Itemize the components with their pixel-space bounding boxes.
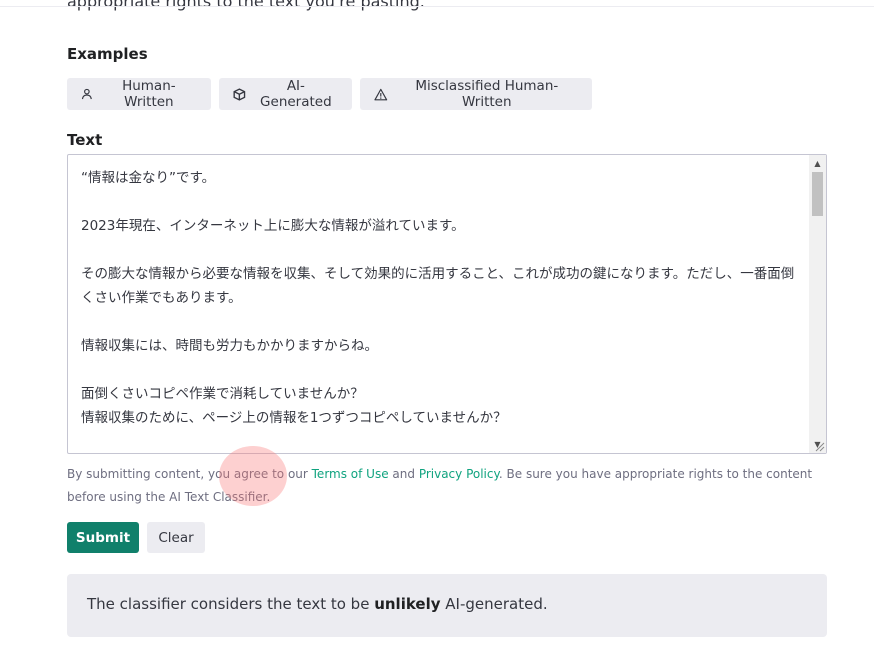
classifier-page: appropriate rights to the text you're pa… (0, 0, 874, 651)
text-input[interactable]: “情報は金なり”です。 2023年現在、インターネット上に膨大な情報が溢れていま… (67, 154, 827, 454)
text-line: 面倒くさいコピペ作業で消耗していませんか？ (81, 386, 364, 402)
warning-icon (374, 88, 388, 100)
result-panel: The classifier considers the text to be … (67, 574, 827, 637)
human-written-label: Human-Written (122, 78, 176, 110)
text-input-scrollbar[interactable]: ▲ ▼ (809, 155, 826, 453)
text-line: “情報は金なり”です。 (81, 170, 216, 186)
result-prefix: The classifier considers the text to be (87, 595, 375, 613)
person-icon (81, 88, 92, 100)
result-text: The classifier considers the text to be … (87, 595, 548, 613)
misclassified-label: Misclassified Human-Written (415, 78, 559, 110)
cube-icon (233, 87, 246, 101)
terms-middle: and (388, 467, 419, 481)
text-line: 情報収集には、時間も労力もかかりますからね。 (81, 338, 378, 354)
scroll-up-arrow-icon[interactable]: ▲ (809, 155, 826, 172)
text-line-blank (81, 358, 806, 382)
submit-button[interactable]: Submit (67, 522, 139, 553)
text-line-blank (81, 310, 806, 334)
text-input-content: “情報は金なり”です。 2023年現在、インターネット上に膨大な情報が溢れていま… (81, 166, 806, 430)
result-verdict: unlikely (374, 595, 441, 613)
ai-generated-example-button[interactable]: AI-Generated (219, 78, 352, 110)
divider (0, 6, 874, 7)
ai-generated-label: AI-Generated (260, 78, 332, 110)
human-written-example-button[interactable]: Human-Written (67, 78, 211, 110)
examples-label: Examples (67, 45, 148, 63)
terms-notice: By submitting content, you agree to our … (67, 463, 827, 509)
result-suffix: AI-generated. (440, 595, 548, 613)
text-label: Text (67, 131, 103, 149)
resize-handle-icon[interactable] (813, 440, 825, 452)
text-line: 2023年現在、インターネット上に膨大な情報が溢れています。 (81, 218, 465, 234)
text-line-blank (81, 190, 806, 214)
scrollbar-thumb[interactable] (812, 172, 823, 216)
text-line-blank (81, 238, 806, 262)
clear-button[interactable]: Clear (147, 522, 205, 553)
terms-of-use-link[interactable]: Terms of Use (312, 467, 389, 481)
misclassified-example-button[interactable]: Misclassified Human-Written (360, 78, 592, 110)
privacy-policy-link[interactable]: Privacy Policy (419, 467, 499, 481)
text-line: 情報収集のために、ページ上の情報を1つずつコピペしていませんか？ (81, 410, 507, 426)
text-line: その膨大な情報から必要な情報を収集、そして効果的に活用すること、これが成功の鍵に… (81, 266, 795, 306)
cursor-click-indicator (219, 446, 287, 506)
examples-row: Human-Written AI-Generated Misclassified… (67, 78, 592, 110)
